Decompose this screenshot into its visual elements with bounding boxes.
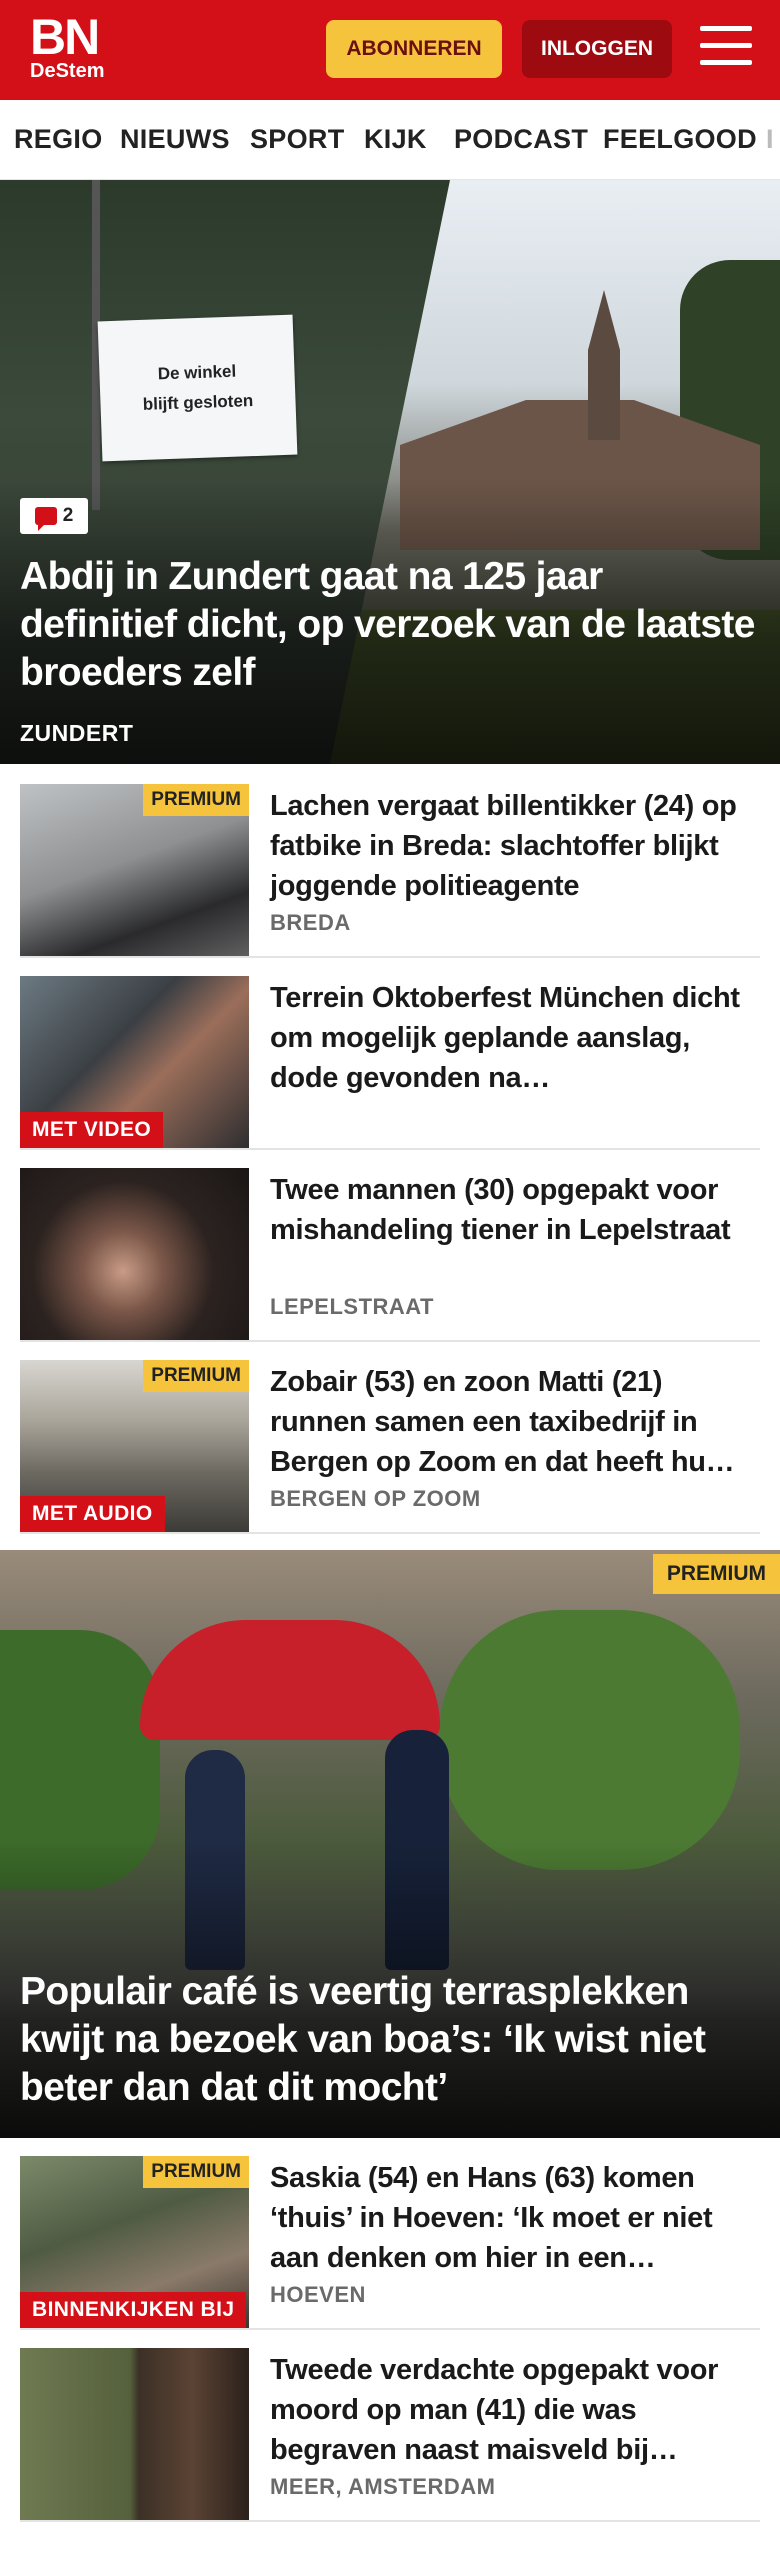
article-thumbnail — [20, 1168, 249, 1340]
hero-sign-text: De winkel blijft gesloten — [99, 355, 296, 422]
nav-item-podcast[interactable]: PODCAST — [454, 124, 588, 155]
thumbnail-image — [20, 1168, 249, 1340]
list-item[interactable]: MET VIDEO Terrein Oktoberfest München di… — [20, 976, 760, 1150]
hero-location: ZUNDERT — [20, 720, 134, 746]
list-item[interactable]: Twee mannen (30) opgepakt voor mishandel… — [20, 1168, 760, 1342]
login-button[interactable]: INLOGGEN — [522, 20, 672, 78]
nav-item-regio[interactable]: REGIO — [14, 124, 103, 155]
hero-article[interactable]: De winkel blijft gesloten 2 Abdij in Zun… — [0, 180, 780, 764]
list-item[interactable]: PREMIUM MET AUDIO Zobair (53) en zoon Ma… — [20, 1360, 760, 1534]
article-thumbnail — [20, 2348, 249, 2520]
hamburger-menu-icon[interactable] — [700, 26, 752, 72]
hero-title[interactable]: Abdij in Zundert gaat na 125 jaar defini… — [20, 553, 760, 697]
section-nav: REGIO NIEUWS SPORT KIJK PODCAST FEELGOOD… — [0, 100, 780, 180]
site-logo[interactable]: BN DeStem — [30, 9, 112, 86]
article-location: HOEVEN — [270, 2282, 366, 2307]
list-item[interactable]: Tweede verdachte opgepakt voor moord op … — [20, 2348, 760, 2522]
nav-item-nieuws[interactable]: NIEUWS — [120, 124, 230, 155]
video-badge: MET VIDEO — [20, 1112, 164, 1148]
article-title[interactable]: Zobair (53) en zoon Matti (21) runnen sa… — [270, 1362, 750, 1482]
nav-item-kijk[interactable]: KIJK — [364, 124, 427, 155]
nav-item-feelgood[interactable]: FEELGOOD — [603, 124, 757, 155]
article-title[interactable]: Twee mannen (30) opgepakt voor mishandel… — [270, 1170, 750, 1250]
article-title[interactable]: Saskia (54) en Hans (63) komen ‘thuis’ i… — [270, 2158, 750, 2278]
featured-image-umbrella — [140, 1620, 440, 1740]
premium-badge: PREMIUM — [143, 1360, 249, 1392]
article-title[interactable]: Lachen vergaat billentikker (24) op fatb… — [270, 786, 750, 906]
list-item[interactable]: PREMIUM Lachen vergaat billentikker (24)… — [20, 784, 760, 958]
premium-badge: PREMIUM — [652, 1554, 780, 1594]
article-location: BERGEN OP ZOOM — [270, 1486, 481, 1511]
comment-count-badge[interactable]: 2 — [20, 498, 88, 534]
article-thumbnail: PREMIUM MET AUDIO — [20, 1360, 249, 1532]
article-thumbnail: PREMIUM — [20, 784, 249, 956]
nav-item-overflow[interactable]: I — [766, 124, 774, 155]
hero-image-sign: De winkel blijft gesloten — [97, 314, 298, 462]
featured-image-tree-right — [440, 1610, 740, 1870]
thumbnail-image — [20, 2348, 249, 2520]
site-header: BN DeStem ABONNEREN INLOGGEN — [0, 0, 780, 100]
featured-premium-article[interactable]: PREMIUM Populair café is veertig terrasp… — [0, 1550, 780, 2138]
menu-bar — [700, 26, 752, 31]
nav-item-sport[interactable]: SPORT — [250, 124, 345, 155]
premium-badge: PREMIUM — [143, 784, 249, 816]
logo-sub: DeStem — [30, 60, 105, 82]
menu-bar — [700, 43, 752, 48]
subscribe-button[interactable]: ABONNEREN — [326, 20, 502, 78]
hero-sign-line2: blijft gesloten — [142, 391, 254, 414]
article-thumbnail: MET VIDEO — [20, 976, 249, 1148]
article-location: LEPELSTRAAT — [270, 1294, 434, 1319]
premium-badge: PREMIUM — [143, 2156, 249, 2188]
menu-bar — [700, 60, 752, 65]
list-item[interactable]: PREMIUM BINNENKIJKEN BIJ Saskia (54) en … — [20, 2156, 760, 2330]
hero-image-tower — [588, 290, 620, 440]
comment-icon — [34, 507, 57, 531]
logo-main: BN — [30, 9, 100, 65]
featured-title[interactable]: Populair café is veertig terrasplekken k… — [20, 1968, 765, 2112]
hero-sign-line1: De winkel — [157, 361, 237, 384]
binnenkijken-badge: BINNENKIJKEN BIJ — [20, 2292, 247, 2328]
article-thumbnail: PREMIUM BINNENKIJKEN BIJ — [20, 2156, 249, 2328]
article-title[interactable]: Tweede verdachte opgepakt voor moord op … — [270, 2350, 750, 2470]
article-location: MEER, AMSTERDAM — [270, 2474, 496, 2499]
audio-badge: MET AUDIO — [20, 1496, 165, 1532]
article-title[interactable]: Terrein Oktoberfest München dicht om mog… — [270, 978, 750, 1098]
comment-count: 2 — [62, 505, 74, 526]
article-location: BREDA — [270, 910, 351, 935]
